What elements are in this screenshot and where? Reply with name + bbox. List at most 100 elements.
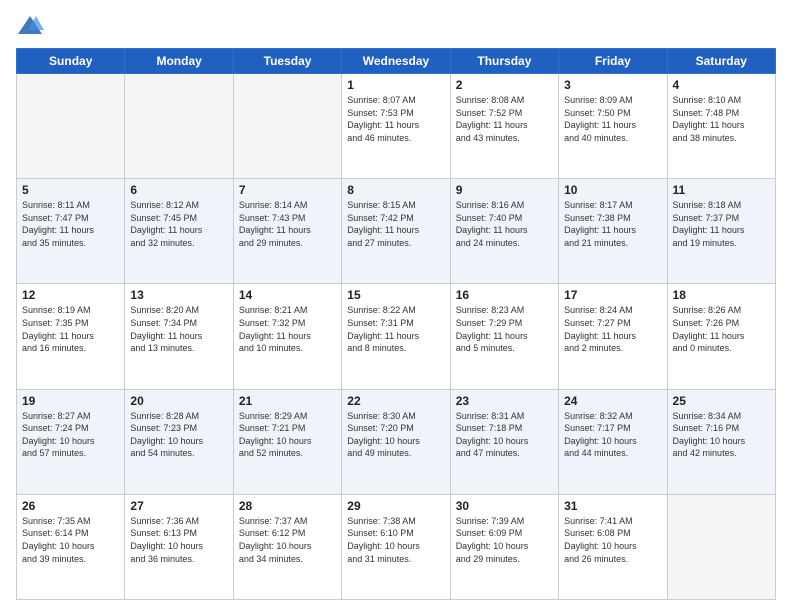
day-info: Sunrise: 8:07 AM Sunset: 7:53 PM Dayligh… [347,94,444,144]
day-number: 31 [564,499,661,513]
day-header: Monday [125,49,233,74]
day-info: Sunrise: 8:23 AM Sunset: 7:29 PM Dayligh… [456,304,553,354]
calendar-table: SundayMondayTuesdayWednesdayThursdayFrid… [16,48,776,600]
day-number: 26 [22,499,119,513]
day-cell: 2Sunrise: 8:08 AM Sunset: 7:52 PM Daylig… [450,74,558,179]
day-number: 24 [564,394,661,408]
day-cell: 4 Sunrise: 8:10 AM Sunset: 7:48 PM Daylig… [667,74,775,179]
day-cell [667,494,775,599]
week-row: 1Sunrise: 8:07 AM Sunset: 7:53 PM Daylig… [17,74,776,179]
day-number: 21 [239,394,336,408]
day-info: Sunrise: 7:41 AM Sunset: 6:08 PM Dayligh… [564,515,661,565]
day-info: Sunrise: 7:39 AM Sunset: 6:09 PM Dayligh… [456,515,553,565]
day-cell: 3 Sunrise: 8:09 AM Sunset: 7:50 PM Daylig… [559,74,667,179]
day-header: Thursday [450,49,558,74]
day-header: Friday [559,49,667,74]
day-cell [233,74,341,179]
logo [16,12,48,40]
week-row: 12 Sunrise: 8:19 AM Sunset: 7:35 PM Dayli… [17,284,776,389]
day-info: Sunrise: 8:27 AM Sunset: 7:24 PM Dayligh… [22,410,119,460]
day-cell: 16Sunrise: 8:23 AM Sunset: 7:29 PM Dayli… [450,284,558,389]
day-number: 5 [22,183,119,197]
day-number: 10 [564,183,661,197]
day-cell: 18 Sunrise: 8:26 AM Sunset: 7:26 PM Dayli… [667,284,775,389]
day-info: Sunrise: 8:26 AM Sunset: 7:26 PM Dayligh… [673,304,770,354]
day-info: Sunrise: 8:22 AM Sunset: 7:31 PM Dayligh… [347,304,444,354]
page: SundayMondayTuesdayWednesdayThursdayFrid… [0,0,792,612]
day-number: 9 [456,183,553,197]
day-cell: 10 Sunrise: 8:17 AM Sunset: 7:38 PM Dayli… [559,179,667,284]
day-cell: 6Sunrise: 8:12 AM Sunset: 7:45 PM Daylig… [125,179,233,284]
day-cell: 21 Sunrise: 8:29 AM Sunset: 7:21 PM Dayli… [233,389,341,494]
day-number: 7 [239,183,336,197]
day-number: 29 [347,499,444,513]
day-info: Sunrise: 8:28 AM Sunset: 7:23 PM Dayligh… [130,410,227,460]
day-cell: 19 Sunrise: 8:27 AM Sunset: 7:24 PM Dayli… [17,389,125,494]
day-number: 3 [564,78,661,92]
day-number: 27 [130,499,227,513]
day-number: 11 [673,183,770,197]
day-header: Tuesday [233,49,341,74]
header [16,12,776,40]
day-number: 20 [130,394,227,408]
day-info: Sunrise: 7:36 AM Sunset: 6:13 PM Dayligh… [130,515,227,565]
day-cell: 15 Sunrise: 8:22 AM Sunset: 7:31 PM Dayli… [342,284,450,389]
day-info: Sunrise: 8:34 AM Sunset: 7:16 PM Dayligh… [673,410,770,460]
day-cell: 11 Sunrise: 8:18 AM Sunset: 7:37 PM Dayli… [667,179,775,284]
day-info: Sunrise: 8:15 AM Sunset: 7:42 PM Dayligh… [347,199,444,249]
day-cell: 23 Sunrise: 8:31 AM Sunset: 7:18 PM Dayli… [450,389,558,494]
day-number: 23 [456,394,553,408]
day-number: 19 [22,394,119,408]
day-number: 8 [347,183,444,197]
day-info: Sunrise: 8:30 AM Sunset: 7:20 PM Dayligh… [347,410,444,460]
day-info: Sunrise: 8:32 AM Sunset: 7:17 PM Dayligh… [564,410,661,460]
day-info: Sunrise: 8:09 AM Sunset: 7:50 PM Dayligh… [564,94,661,144]
day-cell: 29 Sunrise: 7:38 AM Sunset: 6:10 PM Dayli… [342,494,450,599]
day-info: Sunrise: 8:10 AM Sunset: 7:48 PM Dayligh… [673,94,770,144]
week-row: 5 Sunrise: 8:11 AM Sunset: 7:47 PM Daylig… [17,179,776,284]
week-row: 26 Sunrise: 7:35 AM Sunset: 6:14 PM Dayli… [17,494,776,599]
day-number: 30 [456,499,553,513]
day-info: Sunrise: 8:21 AM Sunset: 7:32 PM Dayligh… [239,304,336,354]
day-number: 13 [130,288,227,302]
day-info: Sunrise: 8:19 AM Sunset: 7:35 PM Dayligh… [22,304,119,354]
day-number: 12 [22,288,119,302]
day-number: 17 [564,288,661,302]
day-info: Sunrise: 7:37 AM Sunset: 6:12 PM Dayligh… [239,515,336,565]
day-info: Sunrise: 8:18 AM Sunset: 7:37 PM Dayligh… [673,199,770,249]
day-info: Sunrise: 7:38 AM Sunset: 6:10 PM Dayligh… [347,515,444,565]
day-number: 4 [673,78,770,92]
day-number: 18 [673,288,770,302]
day-cell: 31 Sunrise: 7:41 AM Sunset: 6:08 PM Dayli… [559,494,667,599]
day-cell: 20 Sunrise: 8:28 AM Sunset: 7:23 PM Dayli… [125,389,233,494]
day-info: Sunrise: 8:08 AM Sunset: 7:52 PM Dayligh… [456,94,553,144]
day-info: Sunrise: 8:11 AM Sunset: 7:47 PM Dayligh… [22,199,119,249]
day-info: Sunrise: 8:24 AM Sunset: 7:27 PM Dayligh… [564,304,661,354]
day-header: Wednesday [342,49,450,74]
day-cell: 9Sunrise: 8:16 AM Sunset: 7:40 PM Daylig… [450,179,558,284]
day-info: Sunrise: 8:17 AM Sunset: 7:38 PM Dayligh… [564,199,661,249]
day-cell: 13 Sunrise: 8:20 AM Sunset: 7:34 PM Dayli… [125,284,233,389]
day-info: Sunrise: 8:29 AM Sunset: 7:21 PM Dayligh… [239,410,336,460]
day-cell: 30 Sunrise: 7:39 AM Sunset: 6:09 PM Dayli… [450,494,558,599]
day-number: 14 [239,288,336,302]
day-cell: 1Sunrise: 8:07 AM Sunset: 7:53 PM Daylig… [342,74,450,179]
day-info: Sunrise: 8:20 AM Sunset: 7:34 PM Dayligh… [130,304,227,354]
day-info: Sunrise: 8:31 AM Sunset: 7:18 PM Dayligh… [456,410,553,460]
day-cell: 27 Sunrise: 7:36 AM Sunset: 6:13 PM Dayli… [125,494,233,599]
day-header: Saturday [667,49,775,74]
day-number: 22 [347,394,444,408]
day-cell [125,74,233,179]
day-cell: 5 Sunrise: 8:11 AM Sunset: 7:47 PM Daylig… [17,179,125,284]
day-info: Sunrise: 7:35 AM Sunset: 6:14 PM Dayligh… [22,515,119,565]
day-info: Sunrise: 8:12 AM Sunset: 7:45 PM Dayligh… [130,199,227,249]
day-cell: 12 Sunrise: 8:19 AM Sunset: 7:35 PM Dayli… [17,284,125,389]
day-cell: 25Sunrise: 8:34 AM Sunset: 7:16 PM Dayli… [667,389,775,494]
day-cell: 28 Sunrise: 7:37 AM Sunset: 6:12 PM Dayli… [233,494,341,599]
day-header: Sunday [17,49,125,74]
day-cell: 14 Sunrise: 8:21 AM Sunset: 7:32 PM Dayli… [233,284,341,389]
day-number: 28 [239,499,336,513]
day-cell [17,74,125,179]
week-row: 19 Sunrise: 8:27 AM Sunset: 7:24 PM Dayli… [17,389,776,494]
day-number: 15 [347,288,444,302]
